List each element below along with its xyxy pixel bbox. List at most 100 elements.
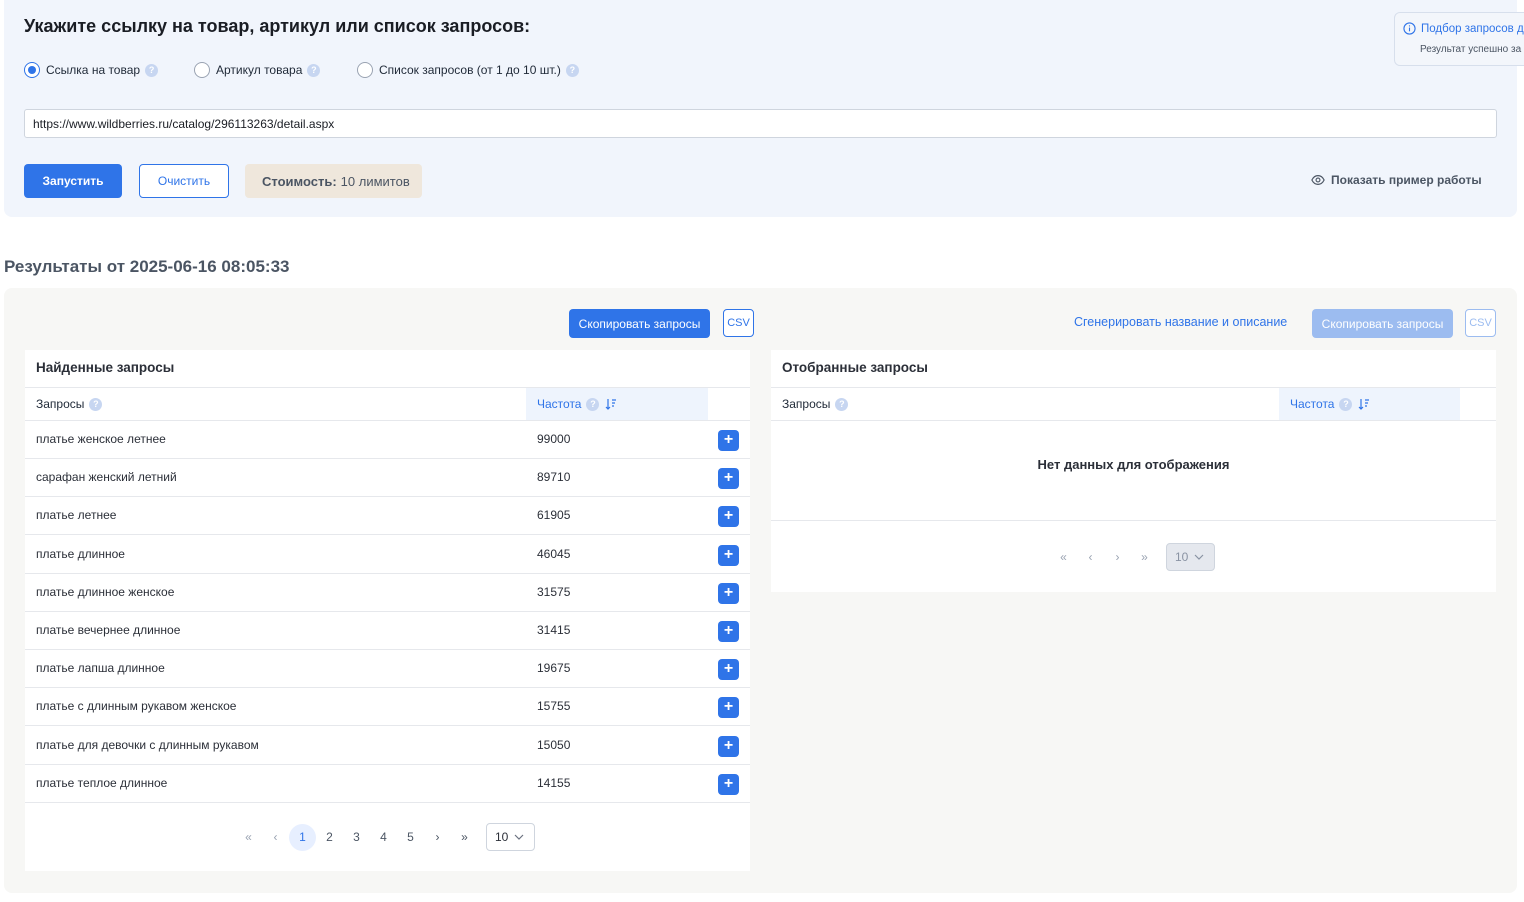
next-page-button[interactable]: › (424, 824, 451, 851)
add-query-button[interactable]: + (718, 582, 739, 604)
query-form-panel: Укажите ссылку на товар, артикул или спи… (4, 0, 1517, 217)
radio-product-link[interactable]: Ссылка на товар ? (24, 62, 194, 78)
query-cell: платье для девочки с длинным рукавом (36, 737, 259, 752)
query-cell: платье длинное женское (36, 584, 175, 599)
csv-export-selected-button[interactable]: CSV (1465, 309, 1496, 337)
add-query-button[interactable]: + (718, 773, 739, 795)
csv-export-button[interactable]: CSV (723, 309, 754, 337)
question-icon[interactable]: ? (1339, 397, 1353, 411)
table-row: платье длинное женское 31575 + (25, 574, 750, 612)
cost-value: 10 лимитов (340, 173, 410, 189)
product-url-input[interactable] (24, 109, 1497, 138)
query-cell: платье лапша длинное (36, 661, 165, 676)
question-icon[interactable]: ? (586, 397, 600, 411)
col-queries-label: Запросы (36, 397, 85, 411)
question-icon[interactable]: ? (835, 397, 849, 411)
next-page-button[interactable]: › (1104, 544, 1131, 571)
prev-page-button[interactable]: ‹ (262, 824, 289, 851)
found-pagination: « ‹ 1 2 3 4 5 › » 10 (235, 823, 535, 851)
prev-page-button[interactable]: ‹ (1077, 544, 1104, 571)
add-query-button[interactable]: + (718, 506, 739, 528)
table-row: платье вечернее длинное 31415 + (25, 612, 750, 650)
radio-circle-checked[interactable] (24, 62, 40, 78)
page-5-button[interactable]: 5 (397, 824, 424, 851)
sort-desc-icon[interactable] (605, 398, 617, 410)
col-frequency-label: Частота (537, 397, 582, 411)
copy-selected-queries-button[interactable]: Скопировать запросы (1312, 309, 1453, 338)
radio-circle[interactable] (194, 62, 210, 78)
sort-desc-icon[interactable] (1358, 398, 1370, 410)
radio-label: Список запросов (от 1 до 10 шт.) (379, 63, 561, 77)
question-icon[interactable]: ? (307, 63, 321, 77)
page-2-button[interactable]: 2 (316, 824, 343, 851)
show-example-link[interactable]: Показать пример работы (1311, 173, 1482, 187)
info-icon (1403, 22, 1416, 35)
frequency-cell: 31415 (537, 623, 571, 637)
radio-circle[interactable] (357, 62, 373, 78)
last-page-button[interactable]: » (451, 824, 478, 851)
found-queries-card: Найденные запросы Запросы ? Частота ? пл… (25, 350, 750, 871)
cost-label: Стоимость: (262, 173, 337, 189)
selected-table-header: Запросы ? Частота ? (771, 387, 1496, 421)
page-4-button[interactable]: 4 (370, 824, 397, 851)
last-page-button[interactable]: » (1131, 544, 1158, 571)
chevron-down-icon (1194, 554, 1204, 560)
copy-queries-button[interactable]: Скопировать запросы (569, 309, 710, 338)
success-toast[interactable]: Подбор запросов д Результат успешно за (1394, 12, 1524, 66)
add-query-button[interactable]: + (718, 735, 739, 757)
col-frequency-header[interactable]: Частота ? (526, 388, 708, 420)
add-query-button[interactable]: + (718, 621, 739, 642)
per-page-select[interactable]: 10 (486, 823, 535, 851)
add-query-button[interactable]: + (718, 468, 739, 490)
first-page-button[interactable]: « (1050, 544, 1077, 571)
query-cell: платье вечернее длинное (36, 623, 181, 637)
col-frequency-header[interactable]: Частота ? (1279, 388, 1460, 420)
table-row: платье лапша длинное 19675 + (25, 650, 750, 689)
results-title: Результаты от 2025-06-16 08:05:33 (4, 257, 290, 276)
selected-pagination: « ‹ › » 10 (1050, 543, 1215, 571)
query-cell: платье длинное (36, 546, 125, 561)
query-cell: платье летнее (36, 508, 117, 523)
radio-article[interactable]: Артикул товара ? (194, 62, 357, 78)
add-query-button[interactable]: + (718, 659, 739, 681)
table-row: платье с длинным рукавом женское 15755 + (25, 688, 750, 727)
table-row: платье теплое длинное 14155 + (25, 765, 750, 803)
found-queries-title: Найденные запросы (36, 360, 175, 375)
table-row: платье для девочки с длинным рукавом 1505… (25, 727, 750, 765)
page-3-button[interactable]: 3 (343, 824, 370, 851)
frequency-cell: 14155 (537, 775, 571, 790)
run-button[interactable]: Запустить (24, 164, 122, 198)
page-1-button[interactable]: 1 (289, 823, 316, 851)
empty-state-text: Нет данных для отображения (1037, 457, 1230, 472)
toast-title-text: Подбор запросов д (1421, 22, 1524, 35)
col-queries-header: Запросы ? (36, 397, 103, 411)
frequency-cell: 19675 (537, 661, 571, 676)
radio-query-list[interactable]: Список запросов (от 1 до 10 шт.) ? (357, 62, 579, 78)
question-icon[interactable]: ? (89, 397, 103, 411)
form-title: Укажите ссылку на товар, артикул или спи… (24, 16, 531, 36)
frequency-cell: 31575 (537, 584, 571, 599)
col-queries-label: Запросы (782, 397, 831, 411)
add-query-button[interactable]: + (718, 697, 739, 719)
radio-label: Артикул товара (216, 63, 303, 77)
add-query-button[interactable]: + (718, 430, 739, 451)
per-page-select[interactable]: 10 (1166, 543, 1215, 571)
query-cell: платье женское летнее (36, 432, 166, 446)
generate-title-description-link[interactable]: Сгенерировать название и описание (1074, 315, 1287, 329)
question-icon[interactable]: ? (145, 63, 159, 77)
frequency-cell: 61905 (537, 508, 571, 523)
table-row: сарафан женский летний 89710 + (25, 459, 750, 498)
question-icon[interactable]: ? (565, 63, 579, 77)
divider (771, 520, 1496, 521)
radio-label: Ссылка на товар (46, 63, 141, 77)
add-query-button[interactable]: + (718, 544, 739, 566)
first-page-button[interactable]: « (235, 824, 262, 851)
query-cell: платье теплое длинное (36, 775, 168, 790)
toast-message: Результат успешно за (1420, 44, 1522, 55)
query-cell: сарафан женский летний (36, 470, 177, 485)
eye-icon (1311, 175, 1325, 185)
table-row: платье женское летнее 99000 + (25, 421, 750, 459)
per-page-value: 10 (1175, 550, 1189, 564)
show-example-label: Показать пример работы (1331, 173, 1482, 187)
clear-button[interactable]: Очистить (139, 164, 229, 198)
